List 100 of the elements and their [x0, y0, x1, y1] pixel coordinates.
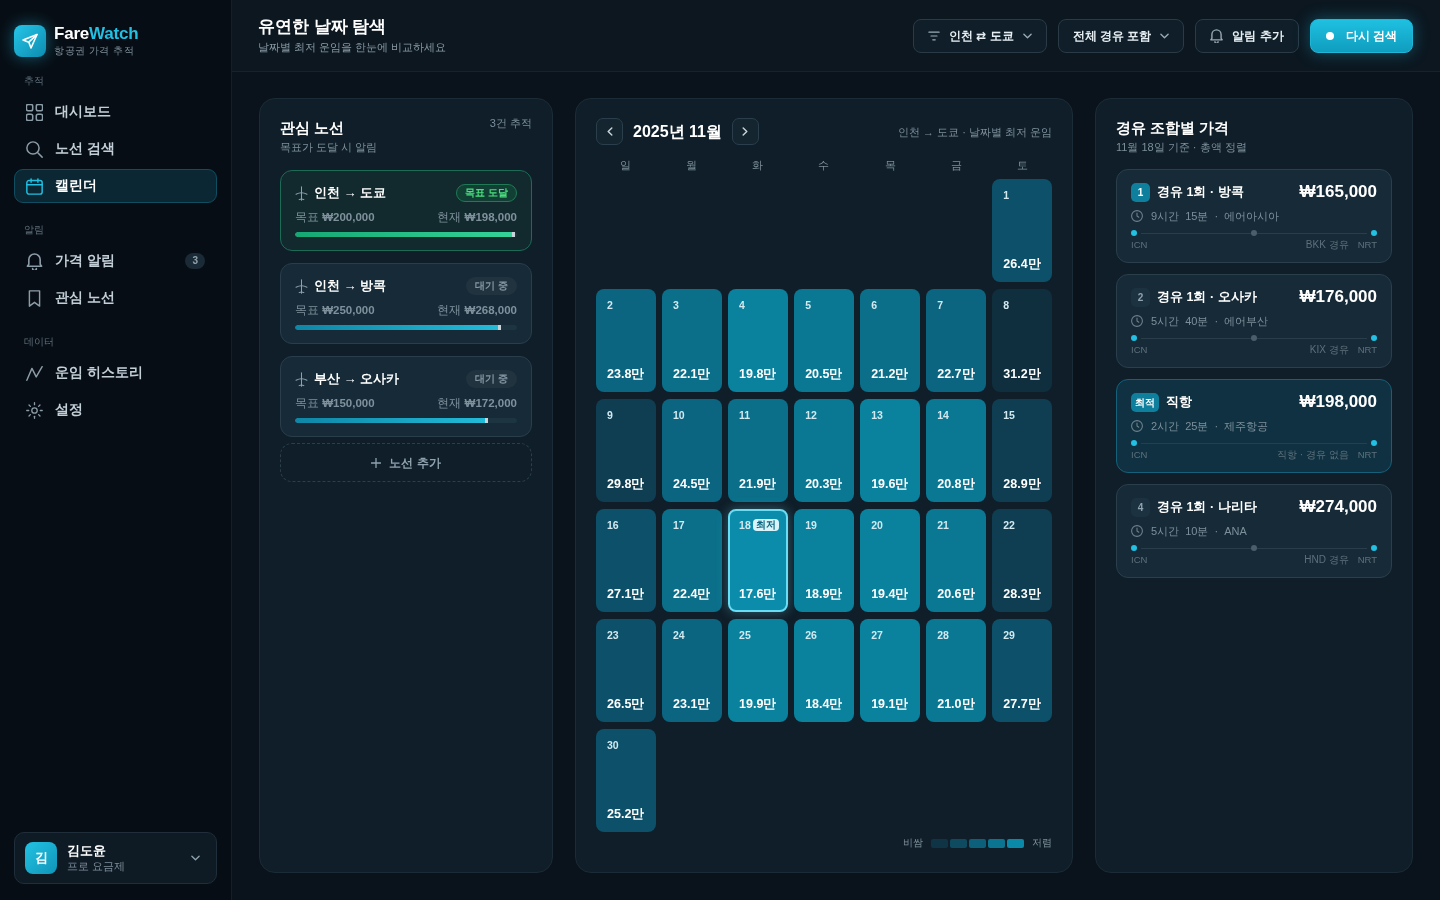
nav-item[interactable]: 설정 [14, 393, 217, 427]
day-number: 12 [805, 409, 817, 422]
option-price: ₩165,000 [1299, 181, 1377, 203]
day-number: 20 [871, 519, 883, 532]
day-number: 29 [1003, 629, 1015, 642]
calendar-day[interactable]: 4 19.8만 [728, 289, 788, 392]
day-price: 29.8만 [607, 477, 646, 492]
calendar-day[interactable]: 13 19.6만 [860, 399, 920, 502]
next-month-button[interactable] [731, 118, 759, 145]
calendar-day[interactable]: 27 19.1만 [860, 619, 920, 722]
calendar-day[interactable]: 14 20.8만 [926, 399, 986, 502]
nav-item[interactable]: 캘린더 [14, 169, 217, 203]
calendar-day[interactable]: 24 23.1만 [662, 619, 722, 722]
day-number: 30 [607, 739, 619, 752]
rank-badge: 2 [1131, 287, 1150, 307]
option-title: 경유 1회 · 오사카 [1157, 289, 1257, 306]
calendar-day[interactable]: 25 19.9만 [728, 619, 788, 722]
route-option-card[interactable]: 4 경유 1회 · 나리타 ₩274,000 5시간 10분 · ANA ICN HND 경유 NRT [1116, 484, 1392, 578]
calendar-day[interactable]: 12 20.3만 [794, 399, 854, 502]
route-option-card[interactable]: 2 경유 1회 · 오사카 ₩176,000 5시간 40분 · 에어부산 ICN KIX 경유 NRT [1116, 274, 1392, 368]
calendar-day[interactable]: 18 최저 17.6만 [728, 509, 788, 612]
calendar-day[interactable]: 28 21.0만 [926, 619, 986, 722]
brand-name: FareWatch [54, 24, 139, 44]
route-picker-button[interactable]: 인천 ⇄ 도쿄 [912, 18, 1047, 53]
day-number: 23 [607, 629, 619, 642]
day-number: 17 [673, 519, 685, 532]
plane-icon [295, 278, 308, 294]
day-price: 27.7만 [1003, 697, 1042, 712]
nav-item[interactable]: 운임 히스토리 [14, 356, 217, 390]
status-badge: 대기 중 [466, 277, 517, 295]
weekday-label: 화 [751, 158, 765, 172]
calendar-day[interactable]: 10 24.5만 [662, 399, 722, 502]
day-price: 28.3만 [1003, 587, 1042, 602]
day-price: 25.2만 [607, 807, 646, 822]
option-title: 직항 [1166, 394, 1192, 411]
flight-details: 2시간 25분 · 제주항공 [1151, 419, 1269, 434]
calendar-day[interactable]: 9 29.8만 [596, 399, 656, 502]
day-number: 27 [871, 629, 883, 642]
calendar-day[interactable]: 6 21.2만 [860, 289, 920, 392]
bell-icon [1210, 28, 1224, 43]
stops-filter-button[interactable]: 전체 경유 포함 [1057, 18, 1185, 53]
route-card[interactable]: 인천 → 방콕 대기 중 목표 ₩250,000 현재 ₩268,000 [280, 263, 532, 344]
calendar-day[interactable]: 8 31.2만 [992, 289, 1052, 392]
current-price: 현재 ₩172,000 [437, 396, 517, 411]
route-card[interactable]: 부산 → 오사카 대기 중 목표 ₩150,000 현재 ₩172,000 [280, 356, 532, 437]
add-route-button[interactable]: 노선 추가 [280, 443, 532, 482]
clock-icon [1131, 210, 1143, 222]
calendar-day[interactable]: 15 28.9만 [992, 399, 1052, 502]
calendar-day[interactable]: 21 20.6만 [926, 509, 986, 612]
month-title: 2025년 11월 [633, 121, 722, 142]
day-number: 7 [937, 299, 944, 312]
origin-code: ICN [1131, 449, 1148, 461]
calendar-day[interactable]: 3 22.1만 [662, 289, 722, 392]
calendar-day[interactable]: 7 22.7만 [926, 289, 986, 392]
calendar-caption: 인천 → 도쿄 · 날짜별 최저 운임 [898, 124, 1052, 139]
calendar-day[interactable]: 17 22.4만 [662, 509, 722, 612]
destination-dot-icon [1371, 335, 1377, 341]
day-number: 18 [739, 519, 751, 532]
flight-details: 5시간 40분 · 에어부산 [1151, 314, 1269, 329]
calendar-day[interactable]: 1 26.4만 [992, 179, 1052, 282]
previous-month-button[interactable] [596, 118, 623, 145]
route-card[interactable]: 인천 → 도쿄 목표 도달 목표 ₩200,000 현재 ₩198,000 [280, 170, 532, 251]
nav-item[interactable]: 대시보드 [14, 95, 217, 129]
calendar-day[interactable]: 30 25.2만 [596, 729, 656, 832]
nav-item[interactable]: 관심 노선 [14, 281, 217, 315]
day-number: 26 [805, 629, 817, 642]
day-number: 2 [607, 299, 613, 312]
calendar-day[interactable]: 26 18.4만 [794, 619, 854, 722]
day-price: 18.4만 [805, 697, 844, 712]
flight-details: 9시간 15분 · 에어아시아 [1151, 209, 1280, 224]
add-alert-button[interactable]: 알림 추가 [1195, 18, 1299, 53]
nav-item[interactable]: 가격 알림 3 [14, 244, 217, 278]
day-number: 21 [937, 519, 949, 532]
calendar-day[interactable]: 20 19.4만 [860, 509, 920, 612]
option-title: 경유 1회 · 방콕 [1157, 184, 1244, 201]
calendar-day[interactable]: 23 26.5만 [596, 619, 656, 722]
calendar-day[interactable]: 19 18.9만 [794, 509, 854, 612]
calendar-day[interactable]: 29 27.7만 [992, 619, 1052, 722]
calendar-day[interactable]: 16 27.1만 [596, 509, 656, 612]
day-number: 3 [673, 299, 679, 312]
settings-icon [26, 401, 43, 419]
day-price: 20.6만 [937, 587, 976, 602]
calendar-day[interactable]: 22 28.3만 [992, 509, 1052, 612]
route-option-card[interactable]: 1 경유 1회 · 방콕 ₩165,000 9시간 15분 · 에어아시아 ICN BKK 경유 NRT [1116, 169, 1392, 263]
day-price: 19.8만 [739, 367, 778, 382]
dot-icon [1325, 31, 1334, 40]
clock-icon [1131, 315, 1143, 327]
target-price: 목표 ₩200,000 [295, 210, 375, 225]
day-price: 22.4만 [673, 587, 712, 602]
route-option-card[interactable]: 최적 직항 ₩198,000 2시간 25분 · 제주항공 ICN 직항 · 경유 없음 NRT [1116, 379, 1392, 473]
calendar-day[interactable]: 11 21.9만 [728, 399, 788, 502]
panel-title: 경유 조합별 가격 [1116, 118, 1231, 138]
day-price: 19.4만 [871, 587, 910, 602]
day-number: 15 [1003, 409, 1015, 422]
day-number: 24 [673, 629, 685, 642]
calendar-day[interactable]: 2 23.8만 [596, 289, 656, 392]
day-price: 31.2만 [1003, 367, 1042, 382]
user-card[interactable]: 김 김도윤 프로 요금제 [14, 832, 217, 884]
nav-item[interactable]: 노선 검색 [14, 132, 217, 166]
calendar-day[interactable]: 5 20.5만 [794, 289, 854, 392]
